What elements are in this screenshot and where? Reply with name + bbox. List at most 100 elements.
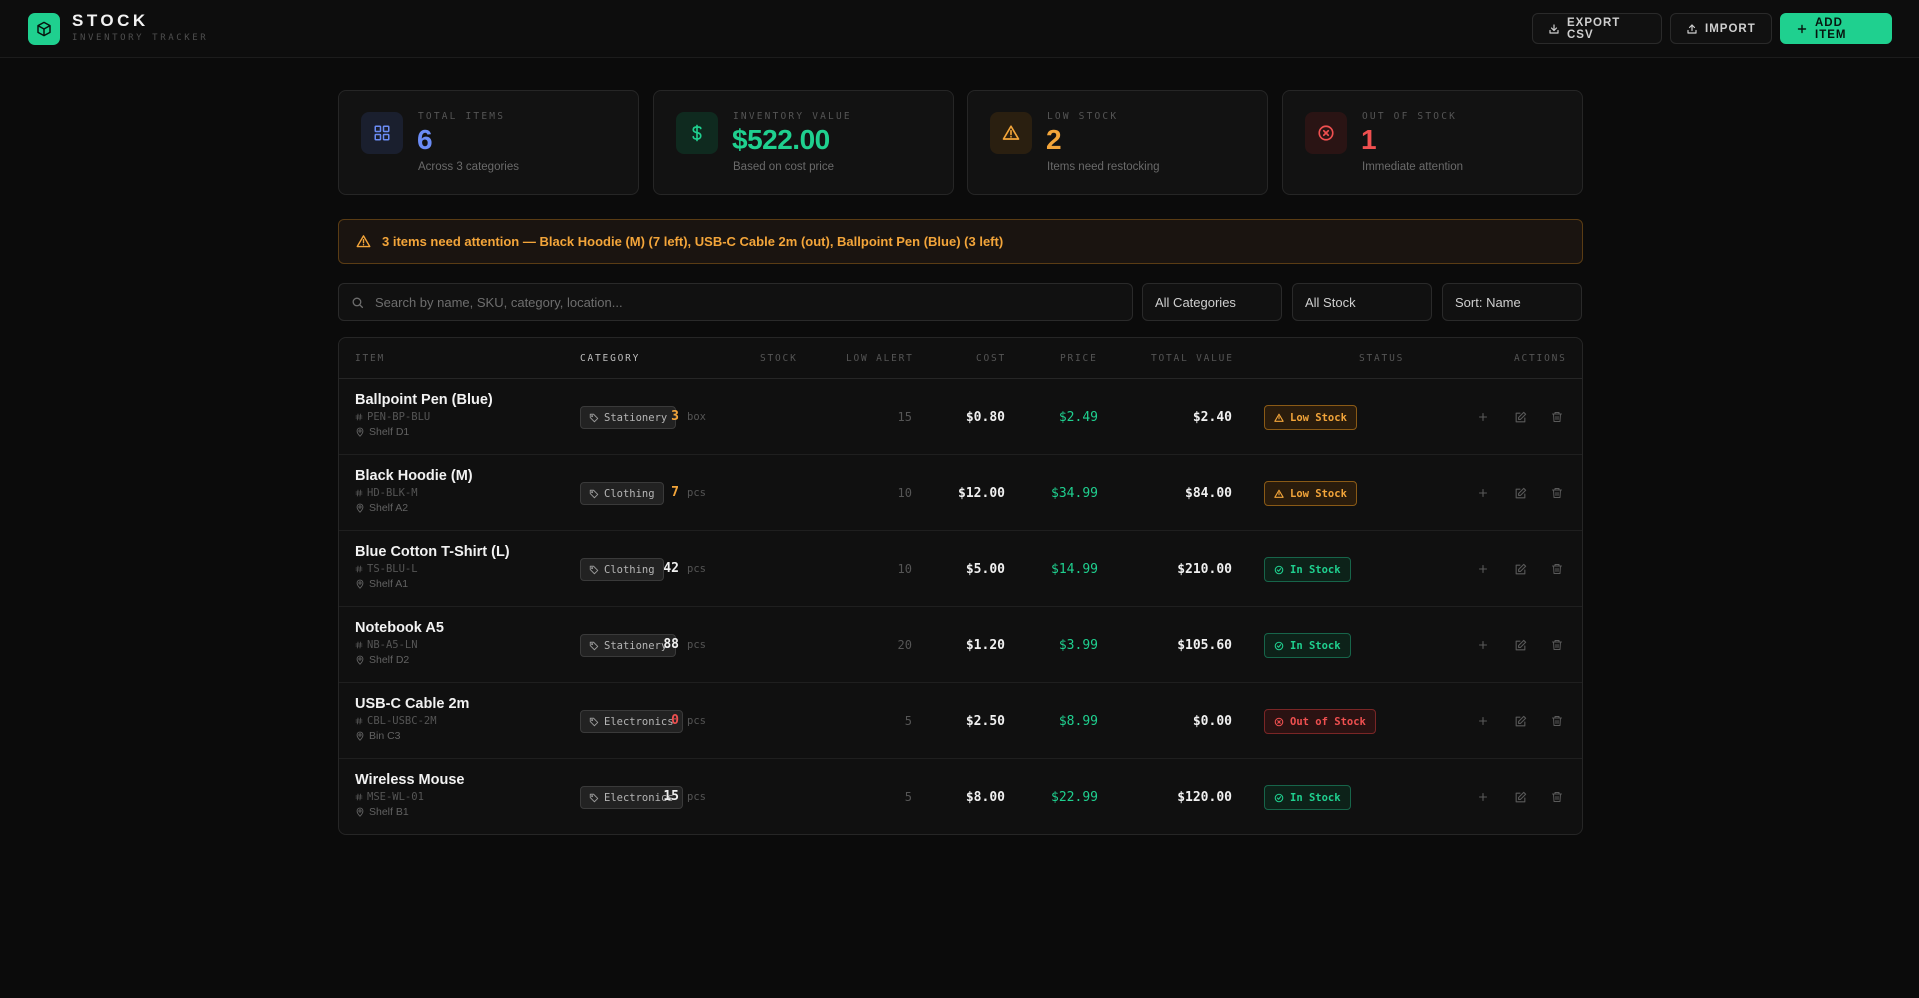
table-row[interactable]: Wireless Mouse MSE-WL-01 Shelf B1 Electroni…	[339, 759, 1582, 834]
stat-label: TOTAL ITEMS	[418, 111, 506, 122]
table-row[interactable]: Black Hoodie (M) HD-BLK-M Shelf A2 Clothing…	[339, 455, 1582, 531]
sku-text: TS-BLU-L	[367, 563, 418, 575]
warning-icon	[1274, 413, 1284, 423]
stock-quantity: 7	[671, 485, 679, 500]
x-circle-icon	[1305, 112, 1347, 154]
category-filter-select[interactable]: All Categories	[1142, 283, 1282, 321]
item-location: Shelf A1	[355, 578, 408, 590]
sort-select[interactable]: Sort: Name	[1442, 283, 1582, 321]
column-header-total-value[interactable]: TOTAL VALUE	[1151, 353, 1234, 364]
tag-icon	[589, 565, 599, 575]
low-alert-value: 15	[897, 410, 912, 424]
stock-cell: 42 pcs	[663, 561, 706, 576]
stat-value: $522.00	[732, 124, 830, 155]
item-sku: NB-A5-LN	[355, 639, 418, 651]
location-text: Bin C3	[369, 730, 401, 742]
restock-plus-icon[interactable]	[1474, 712, 1492, 730]
price-value: $14.99	[1051, 562, 1098, 577]
category-tag: Clothing	[580, 558, 664, 581]
edit-icon[interactable]	[1511, 636, 1529, 654]
price-value: $22.99	[1051, 790, 1098, 805]
trash-icon[interactable]	[1548, 484, 1566, 502]
restock-plus-icon[interactable]	[1474, 408, 1492, 426]
check-circle-icon	[1274, 565, 1284, 575]
trash-icon[interactable]	[1548, 636, 1566, 654]
search-box[interactable]	[338, 283, 1133, 321]
stock-unit: box	[687, 411, 706, 423]
export-csv-label: EXPORT CSV	[1567, 16, 1621, 41]
dollar-icon	[676, 112, 718, 154]
column-header-item[interactable]: ITEM	[355, 353, 385, 364]
hash-icon	[355, 413, 363, 421]
trash-icon[interactable]	[1548, 408, 1566, 426]
trash-icon[interactable]	[1548, 788, 1566, 806]
restock-plus-icon[interactable]	[1474, 636, 1492, 654]
stock-cell: 3 box	[671, 409, 706, 424]
map-pin-icon	[355, 503, 365, 513]
stat-card-inventory-value: INVENTORY VALUE $522.00 Based on cost pr…	[653, 90, 954, 195]
cost-value: $8.00	[965, 790, 1005, 805]
stock-unit: pcs	[687, 639, 706, 651]
status-badge: In Stock	[1264, 557, 1351, 582]
edit-icon[interactable]	[1511, 408, 1529, 426]
item-sku: HD-BLK-M	[355, 487, 418, 499]
sku-text: MSE-WL-01	[367, 791, 424, 803]
total-value: $105.60	[1177, 638, 1232, 653]
stat-value: 6	[417, 124, 433, 155]
table-row[interactable]: USB-C Cable 2m CBL-USBC-2M Bin C3 Electroni…	[339, 683, 1582, 759]
download-icon	[1548, 23, 1560, 35]
table-row[interactable]: Notebook A5 NB-A5-LN Shelf D2 Stationery 88 p…	[339, 607, 1582, 683]
column-header-low-alert[interactable]: LOW ALERT	[846, 353, 914, 364]
column-header-status[interactable]: STATUS	[1359, 353, 1404, 364]
table-row[interactable]: Ballpoint Pen (Blue) PEN-BP-BLU Shelf D1 St…	[339, 379, 1582, 455]
restock-plus-icon[interactable]	[1474, 788, 1492, 806]
table-row[interactable]: Blue Cotton T-Shirt (L) TS-BLU-L Shelf A1 C…	[339, 531, 1582, 607]
edit-icon[interactable]	[1511, 788, 1529, 806]
edit-icon[interactable]	[1511, 712, 1529, 730]
sku-text: NB-A5-LN	[367, 639, 418, 651]
tag-icon	[589, 717, 599, 727]
column-header-price[interactable]: PRICE	[1060, 353, 1098, 364]
status-text: Low Stock	[1290, 411, 1347, 424]
tag-icon	[589, 489, 599, 499]
low-alert-value: 10	[897, 562, 912, 576]
restock-plus-icon[interactable]	[1474, 484, 1492, 502]
restock-plus-icon[interactable]	[1474, 560, 1492, 578]
warning-icon	[356, 234, 371, 249]
category-text: Stationery	[604, 411, 668, 424]
total-value: $2.40	[1192, 410, 1232, 425]
trash-icon[interactable]	[1548, 712, 1566, 730]
stock-unit: pcs	[687, 487, 706, 499]
column-header-stock[interactable]: STOCK	[760, 353, 798, 364]
stock-quantity: 88	[663, 637, 679, 652]
search-input[interactable]	[375, 284, 1120, 320]
edit-icon[interactable]	[1511, 560, 1529, 578]
hash-icon	[355, 489, 363, 497]
column-header-cost[interactable]: COST	[976, 353, 1006, 364]
plus-icon	[1796, 23, 1808, 35]
stock-quantity: 15	[663, 789, 679, 804]
warning-icon	[1274, 489, 1284, 499]
trash-icon[interactable]	[1548, 560, 1566, 578]
table-header: ITEM CATEGORY STOCK LOW ALERT COST PRICE…	[339, 338, 1582, 379]
category-text: Stationery	[604, 639, 668, 652]
low-alert-value: 5	[904, 790, 912, 804]
column-header-category[interactable]: CATEGORY	[580, 353, 640, 364]
hash-icon	[355, 717, 363, 725]
stat-subtext: Immediate attention	[1362, 161, 1464, 173]
cost-value: $12.00	[958, 486, 1005, 501]
edit-icon[interactable]	[1511, 484, 1529, 502]
cube-icon	[28, 13, 60, 45]
category-text: Clothing	[604, 563, 655, 576]
low-alert-value: 5	[904, 714, 912, 728]
import-button[interactable]: IMPORT	[1670, 13, 1772, 44]
add-item-button[interactable]: ADD ITEM	[1780, 13, 1892, 44]
export-csv-button[interactable]: EXPORT CSV	[1532, 13, 1662, 44]
category-tag: Stationery	[580, 406, 677, 429]
total-value: $0.00	[1192, 714, 1232, 729]
item-name: Wireless Mouse	[355, 772, 465, 788]
item-sku: CBL-USBC-2M	[355, 715, 437, 727]
stock-filter-select[interactable]: All Stock	[1292, 283, 1432, 321]
status-badge: In Stock	[1264, 633, 1351, 658]
category-tag: Clothing	[580, 482, 664, 505]
